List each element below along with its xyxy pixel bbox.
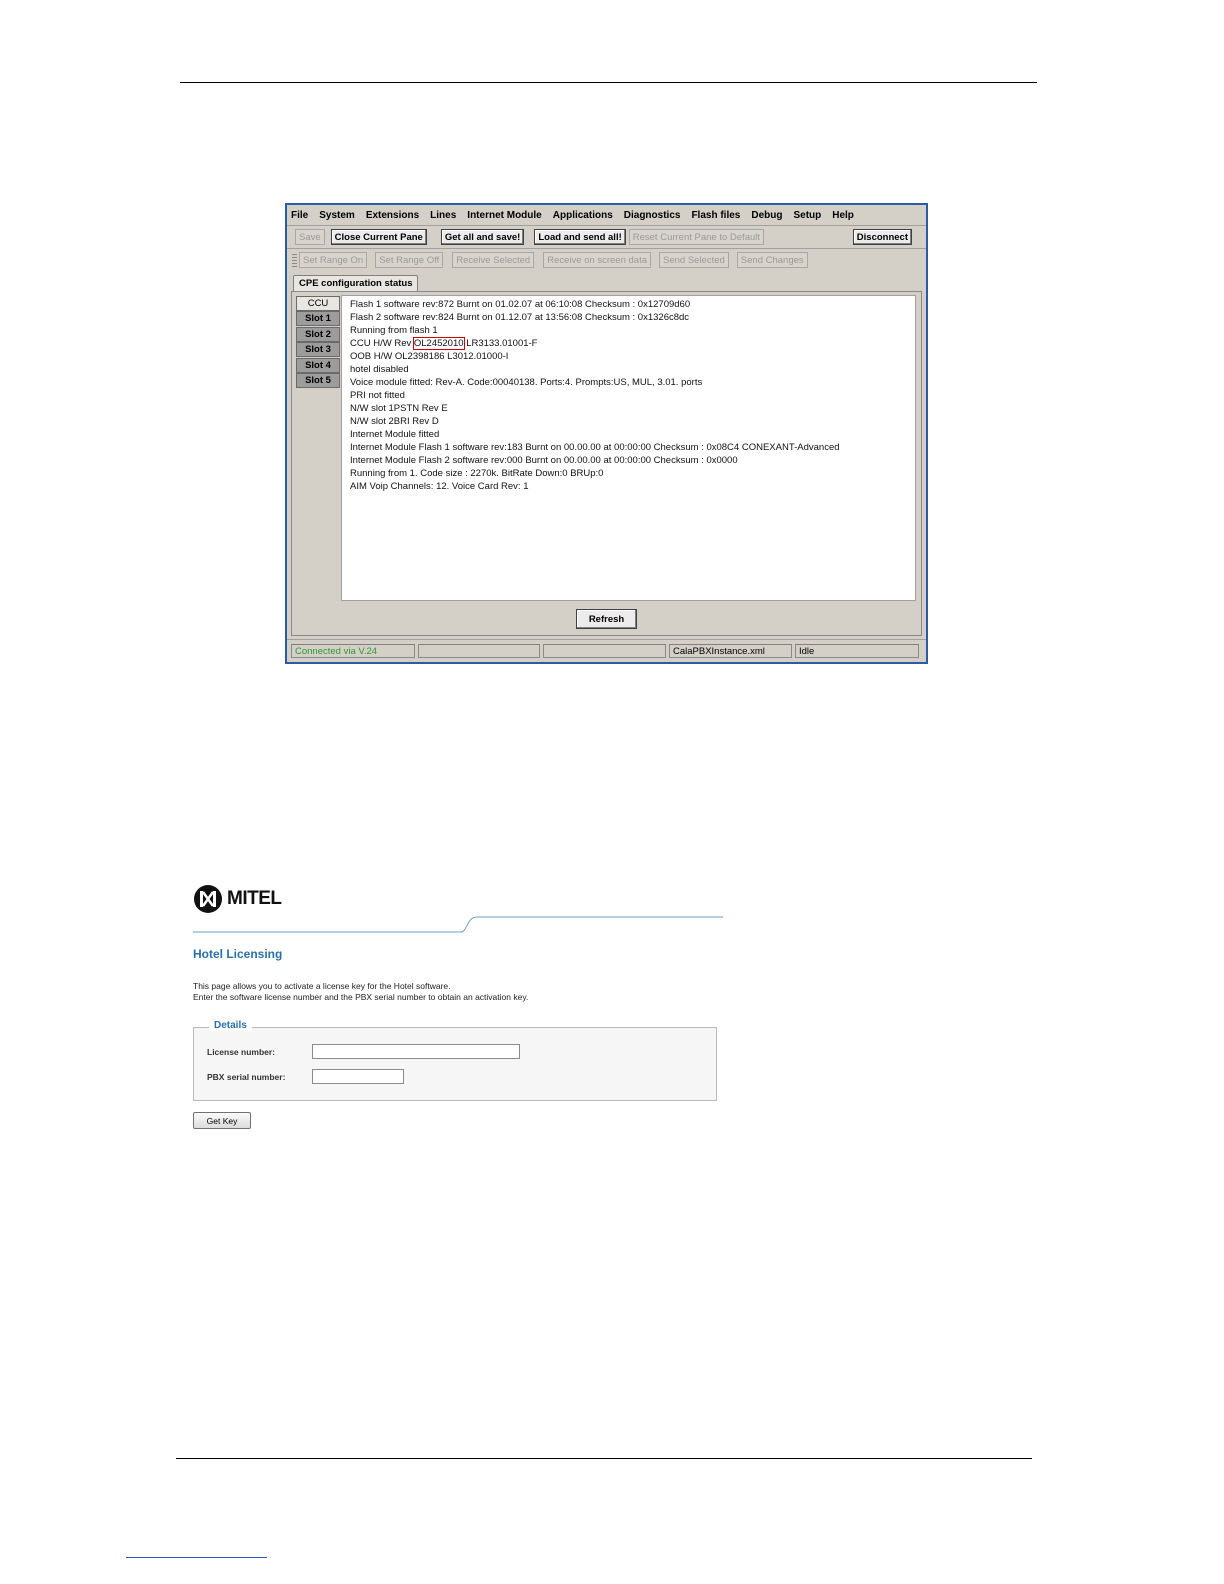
license-number-label: License number: xyxy=(207,1047,276,1057)
slot-tab-2[interactable]: Slot 2 xyxy=(296,326,340,342)
tab-strip: CPE configuration status xyxy=(293,275,419,291)
menu-setup[interactable]: Setup xyxy=(793,210,821,221)
slot-tab-4[interactable]: Slot 4 xyxy=(296,357,340,373)
pbx-serial-input[interactable] xyxy=(312,1069,404,1084)
header-swoosh xyxy=(193,916,723,933)
status-line: Internet Module Flash 2 software rev:000… xyxy=(350,455,738,466)
pbx-serial-label: PBX serial number: xyxy=(207,1072,286,1082)
footer-link-underline xyxy=(126,1557,267,1558)
secondary-toolbar: Set Range On Set Range Off Receive Selec… xyxy=(287,249,926,271)
config-file-name: CalaPBXInstance.xml xyxy=(669,644,792,658)
slot-tab-ccu[interactable]: CCU xyxy=(296,296,340,311)
page-title: Hotel Licensing xyxy=(193,947,283,961)
status-line: PRI not fitted xyxy=(350,390,405,401)
disconnect-button[interactable]: Disconnect xyxy=(852,229,912,245)
menu-extensions[interactable]: Extensions xyxy=(366,210,419,221)
get-key-button[interactable]: Get Key xyxy=(193,1112,251,1129)
slot-tab-5[interactable]: Slot 5 xyxy=(296,372,340,388)
set-range-on-button[interactable]: Set Range On xyxy=(299,252,368,268)
slot-tabs: CCU Slot 1 Slot 2 Slot 3 Slot 4 Slot 5 xyxy=(296,296,340,388)
menu-lines[interactable]: Lines xyxy=(430,210,456,221)
status-line: hotel disabled xyxy=(350,364,409,375)
ccu-hw-label: CCU H/W Rev xyxy=(350,338,412,349)
status-line: Flash 2 software rev:824 Burnt on 01.12.… xyxy=(350,312,690,323)
status-line: OOB H/W OL2398186 L3012.01000-I xyxy=(350,351,509,362)
content-panel: CCU Slot 1 Slot 2 Slot 3 Slot 4 Slot 5 F… xyxy=(291,291,922,636)
send-selected-button[interactable]: Send Selected xyxy=(659,252,729,268)
menu-debug[interactable]: Debug xyxy=(751,210,782,221)
close-pane-button[interactable]: Close Current Pane xyxy=(330,229,427,245)
details-legend: Details xyxy=(209,1020,252,1031)
connection-status: Connected via V.24 xyxy=(291,644,415,658)
status-bar: Connected via V.24 CalaPBXInstance.xml I… xyxy=(291,644,922,660)
menu-file[interactable]: File xyxy=(291,210,308,221)
status-line: Running from flash 1 xyxy=(350,325,438,336)
tab-cpe-configuration-status[interactable]: CPE configuration status xyxy=(293,275,419,291)
main-toolbar: Save Close Current Pane Get all and save… xyxy=(287,226,926,248)
intro-line-2: Enter the software license number and th… xyxy=(193,992,529,1002)
status-line-ccu: CCU H/W Rev OL2452010 LR3133.01001-F xyxy=(350,337,915,350)
menu-applications[interactable]: Applications xyxy=(553,210,613,221)
status-line: Flash 1 software rev:872 Burnt on 01.02.… xyxy=(350,299,691,310)
status-line: AIM Voip Channels: 12. Voice Card Rev: 1 xyxy=(350,481,529,492)
status-cell-2 xyxy=(418,644,540,658)
header-rule xyxy=(180,82,1037,83)
status-line: Internet Module Flash 1 software rev:183… xyxy=(350,442,840,453)
menu-system[interactable]: System xyxy=(319,210,355,221)
app-window: File System Extensions Lines Internet Mo… xyxy=(285,203,928,664)
menu-internet-module[interactable]: Internet Module xyxy=(467,210,541,221)
get-all-button[interactable]: Get all and save! xyxy=(440,229,525,245)
receive-selected-button[interactable]: Receive Selected xyxy=(452,252,535,268)
status-line: Voice module fitted: Rev-A. Code:0004013… xyxy=(350,377,703,388)
status-line: N/W slot 2BRI Rev D xyxy=(350,416,439,427)
state-status: Idle xyxy=(795,644,919,658)
license-number-input[interactable] xyxy=(312,1044,520,1059)
refresh-button[interactable]: Refresh xyxy=(576,609,637,629)
menu-bar: File System Extensions Lines Internet Mo… xyxy=(287,205,926,225)
status-separator xyxy=(287,639,926,640)
send-changes-button[interactable]: Send Changes xyxy=(736,252,808,268)
status-line: N/W slot 1PSTN Rev E xyxy=(350,403,448,414)
set-range-off-button[interactable]: Set Range Off xyxy=(375,252,444,268)
ccu-serial-suffix: LR3133.01001-F xyxy=(466,338,538,349)
hotel-licensing-page: MITEL Hotel Licensing This page allows y… xyxy=(193,882,723,1152)
status-line: Internet Module fitted xyxy=(350,429,440,440)
reset-pane-button[interactable]: Reset Current Pane to Default xyxy=(628,229,765,245)
toolbar-grip-icon[interactable] xyxy=(292,253,297,267)
slot-tab-3[interactable]: Slot 3 xyxy=(296,342,340,358)
menu-help[interactable]: Help xyxy=(832,210,854,221)
status-cell-3 xyxy=(543,644,666,658)
details-fieldset: Details License number: PBX serial numbe… xyxy=(193,1020,717,1101)
ccu-serial-highlight: OL2452010 xyxy=(412,337,465,350)
menu-diagnostics[interactable]: Diagnostics xyxy=(624,210,681,221)
save-button[interactable]: Save xyxy=(295,229,325,245)
brand-name: MITEL xyxy=(227,888,282,909)
receive-screen-button[interactable]: Receive on screen data xyxy=(543,252,651,268)
status-line: Running from 1. Code size : 2270k. BitRa… xyxy=(350,468,604,479)
status-text-area[interactable]: Flash 1 software rev:872 Burnt on 01.02.… xyxy=(341,295,916,601)
intro-line-1: This page allows you to activate a licen… xyxy=(193,981,451,991)
intro-text: This page allows you to activate a licen… xyxy=(193,981,528,1003)
footer-rule xyxy=(176,1458,1032,1459)
load-send-button[interactable]: Load and send all! xyxy=(534,229,626,245)
menu-flash-files[interactable]: Flash files xyxy=(691,210,740,221)
slot-tab-1[interactable]: Slot 1 xyxy=(296,311,340,327)
